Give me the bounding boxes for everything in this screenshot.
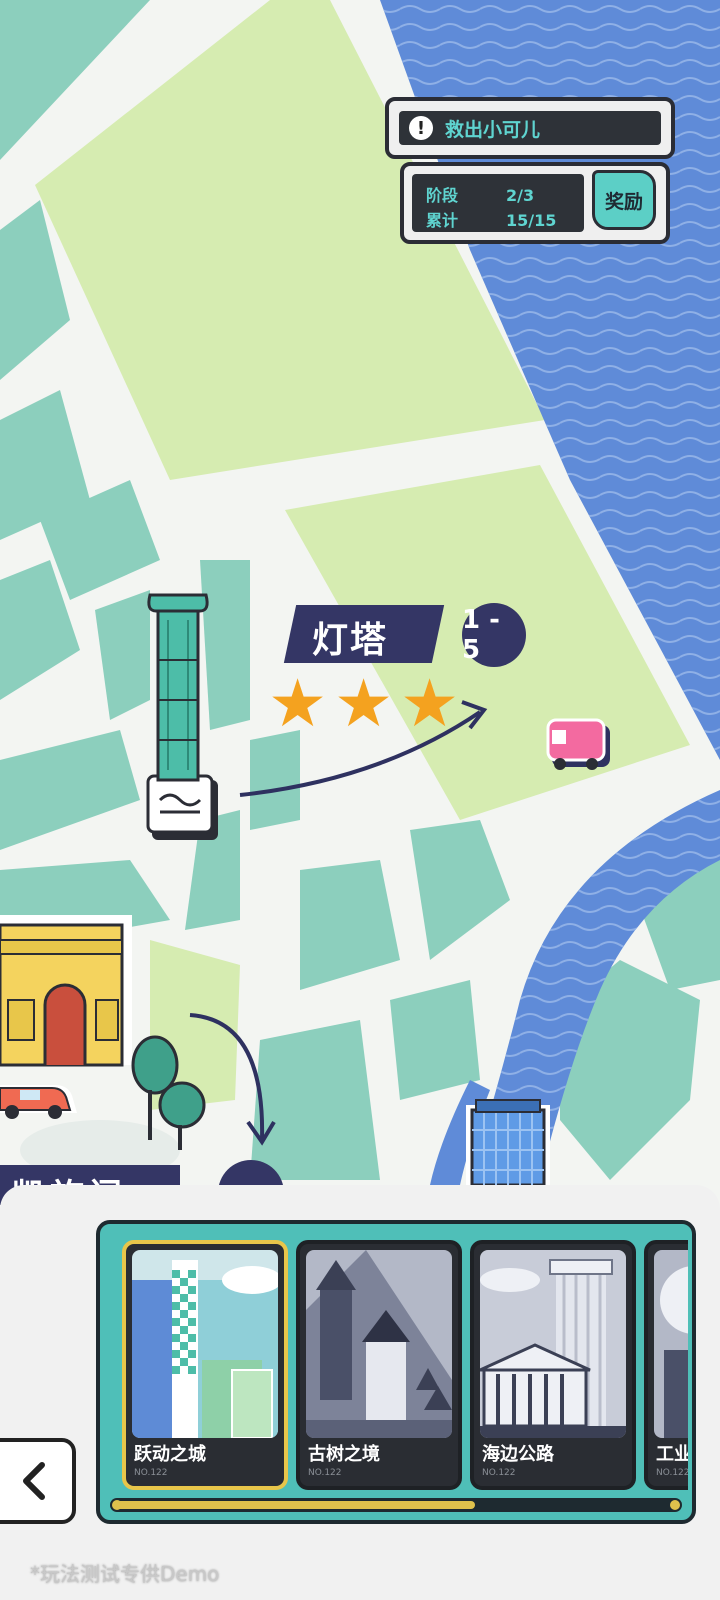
building: [466, 1099, 550, 1187]
reward-button[interactable]: 奖励: [592, 170, 656, 230]
level-number-badge[interactable]: 1 - 5: [462, 603, 526, 667]
chapter-number: NO.122: [308, 1468, 342, 1478]
scrollbar-fill: [114, 1501, 475, 1509]
chapter-number: NO.122: [482, 1468, 516, 1478]
scrollbar-end-dot: [670, 1500, 680, 1510]
chapter-card[interactable]: 工业 NO.122: [644, 1240, 688, 1490]
watermark: *玩法测试专供Demo: [30, 1562, 220, 1586]
level-stars: ★ ★ ★: [268, 665, 468, 742]
chapter-list[interactable]: 跃动之城 NO.122 古树之境 NO.122 海边公路 NO.122 工 NO…: [118, 1236, 688, 1494]
level-title: 灯塔: [312, 620, 389, 661]
chapter-art: [132, 1250, 278, 1438]
chapter-card[interactable]: 古树之境 NO.122: [296, 1240, 462, 1490]
chevron-left-icon: [23, 1462, 45, 1500]
chapter-card[interactable]: 跃动之城 NO.122: [122, 1240, 288, 1490]
chapter-name: 工业: [656, 1444, 688, 1465]
chapter-number: NO.122: [656, 1468, 688, 1478]
chapter-art: [306, 1250, 452, 1438]
star-icon: ★: [400, 665, 460, 742]
chapter-selector: 跃动之城 NO.122 古树之境 NO.122 海边公路 NO.122 工 NO…: [96, 1220, 696, 1524]
chapter-art: [654, 1250, 688, 1438]
star-icon: ★: [268, 665, 328, 742]
stage-row: 阶段 2/3: [426, 182, 534, 206]
chapter-name: 古树之境: [308, 1444, 380, 1465]
quest-panel: ! 救出小可儿 阶段 2/3 累计 15/15 奖励: [385, 97, 685, 247]
arch-landmark: [0, 915, 132, 1067]
chapter-name: 跃动之城: [134, 1444, 206, 1465]
exclamation-icon: !: [409, 116, 433, 140]
quest-title: 救出小可儿: [445, 118, 541, 141]
total-row: 累计 15/15: [426, 207, 556, 231]
stage-label: 阶段: [426, 186, 459, 205]
level-title-banner[interactable]: 灯塔: [283, 605, 445, 665]
back-button[interactable]: [0, 1438, 76, 1524]
quest-title-box[interactable]: ! 救出小可儿: [385, 97, 675, 159]
star-icon: ★: [334, 665, 394, 742]
total-value: 15/15: [506, 211, 557, 230]
quest-progress-box: 阶段 2/3 累计 15/15 奖励: [400, 162, 670, 244]
chapter-art: [480, 1250, 626, 1438]
chapter-scrollbar[interactable]: [110, 1498, 682, 1512]
chapter-number: NO.122: [134, 1468, 168, 1478]
chapter-card[interactable]: 海边公路 NO.122: [470, 1240, 636, 1490]
total-label: 累计: [426, 211, 459, 230]
truck-icon: [546, 718, 610, 770]
chapter-name: 海边公路: [482, 1444, 554, 1465]
stage-value: 2/3: [506, 186, 535, 205]
